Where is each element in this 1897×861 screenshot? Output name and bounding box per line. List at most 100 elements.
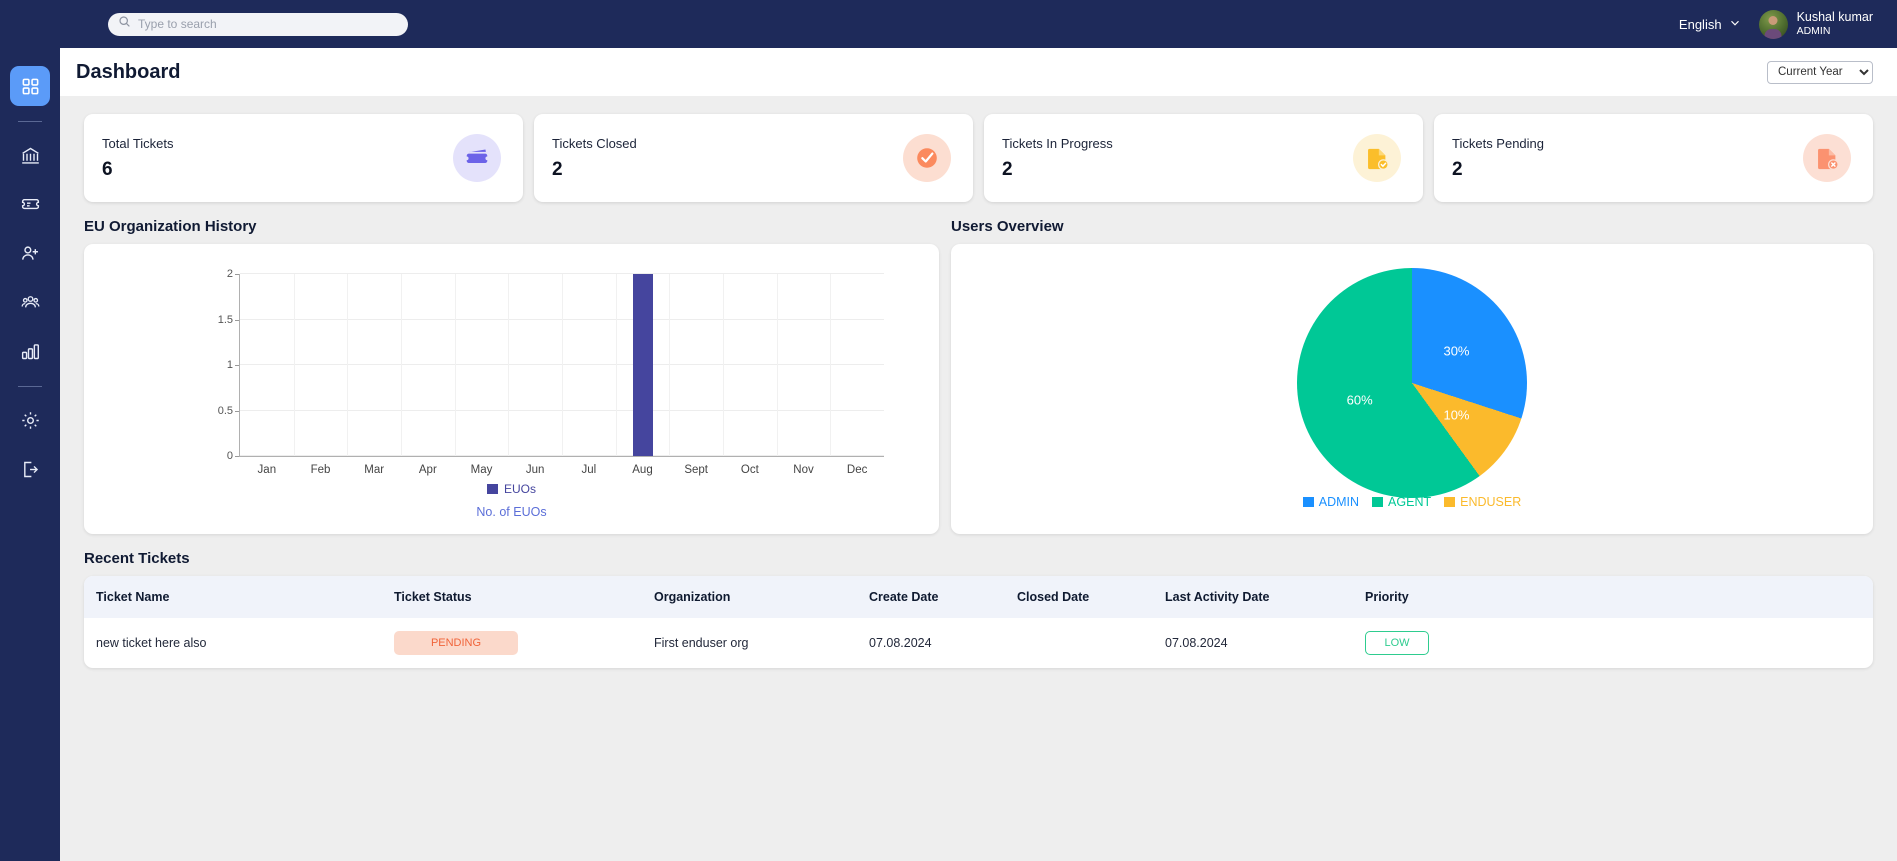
check-circle-icon bbox=[903, 134, 951, 182]
sidebar-divider bbox=[18, 121, 42, 122]
pie-legend-item-enduser[interactable]: ENDUSER bbox=[1444, 495, 1521, 509]
section-title-recent-tickets: Recent Tickets bbox=[84, 550, 190, 567]
grid-icon bbox=[21, 77, 40, 96]
sidebar-item-dashboard[interactable] bbox=[10, 66, 50, 106]
x-axis-tick: Feb bbox=[310, 464, 331, 476]
gridline-vertical bbox=[830, 274, 832, 456]
gridline-vertical bbox=[669, 274, 671, 456]
x-axis-tick: Jan bbox=[257, 464, 277, 476]
sidebar-item-users[interactable] bbox=[10, 282, 50, 322]
pie-slice-label-agent: 60% bbox=[1346, 392, 1373, 408]
cell-create-date: 07.08.2024 bbox=[869, 636, 932, 650]
stat-card-tickets-in-progress[interactable]: Tickets In Progress 2 bbox=[984, 114, 1423, 202]
dashboard-page: English Kushal kumar ADMIN bbox=[0, 0, 1897, 861]
user-menu[interactable]: Kushal kumar ADMIN bbox=[1758, 9, 1873, 39]
bar-aug[interactable] bbox=[632, 274, 653, 456]
gridline-vertical bbox=[615, 274, 617, 456]
table-body: new ticket here also PENDING First enduser… bbox=[84, 618, 1873, 668]
charts-row: EU Organization History 0 0.5 1 1.5 2 Jan Feb M… bbox=[84, 218, 1873, 534]
stat-label: Total Tickets bbox=[102, 135, 174, 151]
pie-graphic: 30% 10% 60% bbox=[1297, 268, 1527, 498]
x-axis-tick: Oct bbox=[740, 464, 759, 476]
sidebar-item-reports[interactable] bbox=[10, 331, 50, 371]
gear-icon bbox=[20, 410, 41, 431]
gridline-vertical bbox=[454, 274, 456, 456]
sidebar-item-settings[interactable] bbox=[10, 400, 50, 440]
pie-chart-legend: ADMIN AGENT ENDUSER bbox=[951, 495, 1873, 509]
period-select[interactable]: Current YearLast YearCurrent MonthLast M… bbox=[1767, 60, 1873, 84]
user-name: Kushal kumar bbox=[1796, 10, 1873, 24]
gridline-vertical bbox=[776, 274, 778, 456]
stat-cards: Total Tickets 6 Tickets Closed 2 Tickets… bbox=[84, 96, 1873, 202]
page-header: Dashboard Current YearLast YearCurrent M… bbox=[60, 48, 1897, 96]
y-axis-tick: 1 bbox=[226, 359, 240, 371]
page-title: Dashboard bbox=[76, 60, 181, 83]
logout-icon bbox=[20, 459, 41, 480]
legend-label-admin: ADMIN bbox=[1318, 495, 1360, 509]
stat-card-total-tickets[interactable]: Total Tickets 6 bbox=[84, 114, 523, 202]
recent-tickets-table: Ticket Name Ticket Status Organization Crea… bbox=[84, 576, 1873, 668]
chevron-down-icon bbox=[1729, 17, 1741, 32]
sidebar-item-add-user[interactable] bbox=[10, 233, 50, 273]
stat-value: 2 bbox=[1452, 158, 1463, 180]
stat-card-tickets-pending[interactable]: Tickets Pending 2 bbox=[1434, 114, 1873, 202]
gridline-vertical bbox=[347, 274, 349, 456]
legend-label-agent: AGENT bbox=[1388, 495, 1432, 509]
bar-chart-panel: 0 0.5 1 1.5 2 Jan Feb Mar Apr May Jun Jul Aug Sept Oct… bbox=[84, 244, 939, 534]
stat-label: Tickets Closed bbox=[552, 135, 637, 151]
pie-legend-item-agent[interactable]: AGENT bbox=[1372, 495, 1431, 509]
search-icon bbox=[118, 15, 131, 33]
sidebar-item-organizations[interactable] bbox=[10, 135, 50, 175]
document-x-icon bbox=[1803, 134, 1851, 182]
table-header: Ticket Name Ticket Status Organization Crea… bbox=[84, 576, 1873, 618]
recent-tickets-section: Recent Tickets Ticket Name Ticket Status O… bbox=[84, 550, 1873, 668]
sidebar-item-logout[interactable] bbox=[10, 449, 50, 489]
bar-chart-icon bbox=[20, 341, 41, 362]
legend-swatch-agent bbox=[1372, 497, 1384, 507]
y-axis-tick: 1.5 bbox=[217, 313, 240, 326]
pie-legend-item-admin[interactable]: ADMIN bbox=[1302, 495, 1360, 509]
bar-chart-plot-area: 0 0.5 1 1.5 2 Jan Feb Mar Apr May Jun Jul Aug Sept Oct… bbox=[218, 268, 884, 476]
stat-card-tickets-closed[interactable]: Tickets Closed 2 bbox=[534, 114, 973, 202]
table-column-header: Create Date bbox=[869, 590, 939, 604]
language-selector[interactable]: English bbox=[1679, 17, 1741, 32]
y-axis-tick: 2 bbox=[226, 268, 240, 280]
stat-label: Tickets In Progress bbox=[1002, 135, 1113, 151]
table-column-header: Ticket Status bbox=[394, 590, 472, 604]
search-input[interactable] bbox=[138, 17, 398, 31]
recent-tickets-panel: Ticket Name Ticket Status Organization Crea… bbox=[84, 576, 1873, 668]
users-overview-chart: 30% 10% 60% ADMIN AGENT ENDUSER bbox=[951, 244, 1873, 534]
table-column-header: Closed Date bbox=[1017, 590, 1090, 604]
avatar bbox=[1758, 9, 1788, 39]
bar-chart-legend: EUOs bbox=[84, 482, 939, 496]
sidebar-divider bbox=[18, 386, 42, 387]
section-title-eu-history: EU Organization History bbox=[84, 218, 257, 235]
sidebar-item-tickets[interactable] bbox=[10, 184, 50, 224]
bank-icon bbox=[20, 145, 41, 166]
x-axis-tick: Aug bbox=[632, 464, 653, 476]
search-box[interactable] bbox=[108, 12, 408, 36]
priority-badge: LOW bbox=[1365, 631, 1429, 655]
x-axis-tick: May bbox=[470, 464, 493, 476]
ticket-icon bbox=[453, 134, 501, 182]
y-axis-tick: 0.5 bbox=[217, 404, 240, 417]
bar-chart-section: EU Organization History 0 0.5 1 1.5 2 Jan Feb M… bbox=[84, 218, 939, 534]
x-axis-tick: Nov bbox=[793, 464, 814, 476]
y-axis-tick: 0 bbox=[226, 450, 240, 462]
user-add-icon bbox=[20, 243, 41, 264]
legend-label-euos: EUOs bbox=[503, 482, 536, 496]
table-row[interactable]: new ticket here also PENDING First enduser… bbox=[84, 618, 1873, 668]
x-axis-tick: Apr bbox=[418, 464, 437, 476]
stat-label: Tickets Pending bbox=[1452, 135, 1545, 151]
pie-slice-label-enduser: 10% bbox=[1443, 407, 1470, 423]
table-column-header: Organization bbox=[654, 590, 731, 604]
user-role: ADMIN bbox=[1796, 25, 1831, 37]
x-axis-tick: Jul bbox=[581, 464, 597, 476]
x-axis-tick: Sept bbox=[684, 464, 708, 476]
gridline-vertical bbox=[562, 274, 563, 456]
dashboard-content: Total Tickets 6 Tickets Closed 2 Tickets… bbox=[60, 96, 1897, 861]
sidebar bbox=[0, 0, 60, 861]
cell-last-activity-date: 07.08.2024 bbox=[1165, 636, 1228, 650]
eu-organization-history-chart: 0 0.5 1 1.5 2 Jan Feb Mar Apr May Jun Jul Aug Sept Oct… bbox=[84, 244, 939, 534]
table-column-header: Last Activity Date bbox=[1165, 590, 1270, 604]
